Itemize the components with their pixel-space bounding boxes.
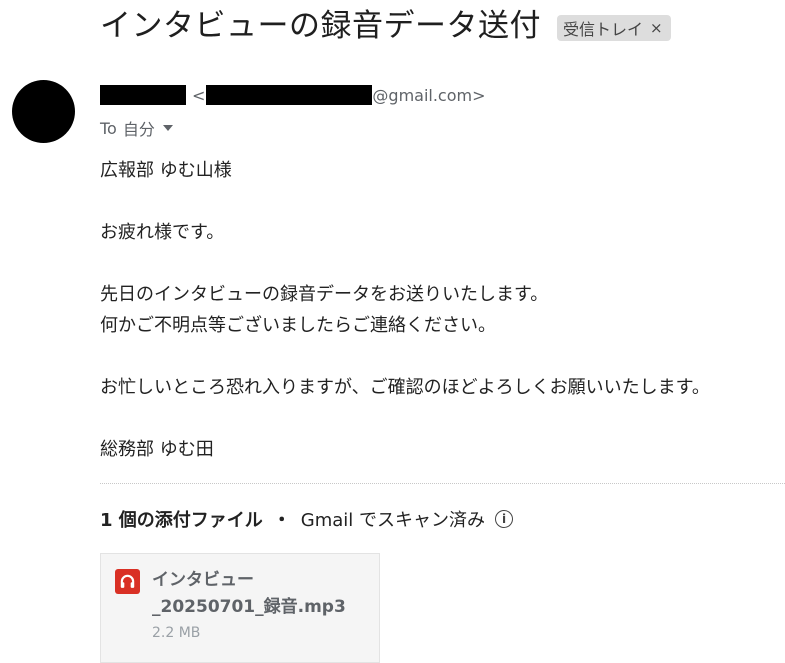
attachment-file-size: 2.2 MB (152, 625, 201, 641)
sender-row: < @gmail.com> (100, 84, 486, 106)
attachment-separator: ・ (272, 510, 291, 531)
body-line-3: お忙しいところ恐れ入りますが、ご確認のほどよろしくお願いいたします。 (100, 377, 710, 398)
attachments-divider (100, 483, 785, 484)
body-line-1: 先日のインタビューの録音データをお送りいたします。 (100, 284, 549, 305)
email-body: 広報部 ゆむ山様 お疲れ様です。 先日のインタビューの録音データをお送りいたしま… (100, 155, 710, 465)
attachments-header: 1 個の添付ファイル ・ Gmail でスキャン済み i (100, 504, 514, 534)
recipient-row[interactable]: To 自分 (100, 117, 173, 139)
audio-file-icon (115, 569, 140, 594)
scan-status: Gmail でスキャン済み (300, 510, 486, 531)
sender-email-domain: @gmail.com> (372, 85, 486, 105)
attachment-name-line-2: _20250701_録音.mp3 (152, 597, 346, 617)
recipient-name: 自分 (122, 120, 155, 139)
attachment-name-line-1: インタビュー (152, 570, 254, 590)
sender-email-redacted (206, 85, 373, 105)
attachment-file-name: インタビュー _20250701_録音.mp3 (152, 567, 346, 621)
sender-email-open: < (192, 85, 206, 105)
label-chip-text: 受信トレイ (563, 20, 644, 39)
subject-row: インタビューの録音データ送付 受信トレイ × (100, 4, 671, 48)
label-chip-inbox[interactable]: 受信トレイ × (557, 15, 671, 41)
headphones-icon (120, 574, 135, 588)
sender-avatar[interactable] (12, 80, 75, 143)
label-remove-icon[interactable]: × (650, 19, 663, 37)
email-subject: インタビューの録音データ送付 (100, 8, 541, 44)
attachment-card[interactable]: インタビュー _20250701_録音.mp3 2.2 MB (100, 553, 380, 663)
sender-name-redacted (100, 85, 186, 105)
recipient-details-dropdown-icon[interactable] (162, 125, 173, 131)
body-line-2: 何かご不明点等ございましたらご連絡ください。 (100, 315, 496, 336)
info-icon[interactable]: i (495, 510, 514, 528)
body-signature: 総務部 ゆむ田 (100, 439, 214, 460)
body-greeting: 広報部 ゆむ山様 (100, 160, 232, 181)
attachment-count: 1 個の添付ファイル (100, 510, 263, 531)
to-prefix: To (100, 118, 117, 138)
body-salutation: お疲れ様です。 (100, 222, 225, 243)
